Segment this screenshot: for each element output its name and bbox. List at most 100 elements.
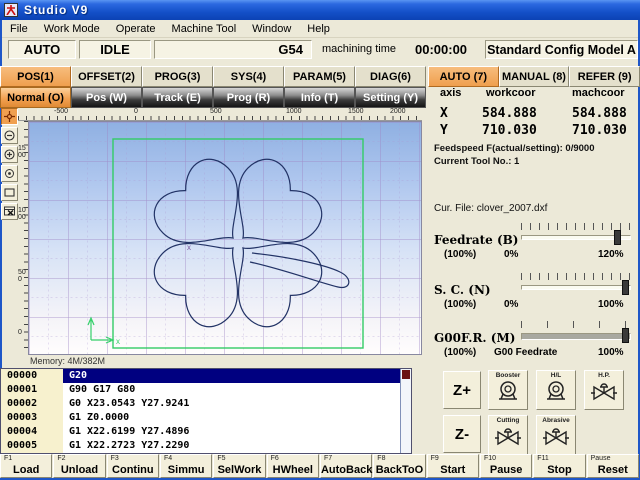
booster-button[interactable]: Booster (488, 370, 528, 410)
zoom-window-button[interactable] (1, 184, 18, 201)
zoom-out-button[interactable] (1, 127, 18, 144)
program-scrollbar[interactable] (400, 369, 411, 453)
program-line[interactable]: 00000 G20 (1, 369, 411, 383)
program-line[interactable]: 00001 G90 G17 G80 (1, 383, 411, 397)
menu-file[interactable]: File (2, 21, 36, 37)
zoom-in-button[interactable] (1, 146, 18, 163)
g00-label: G00F.R. (M) (434, 331, 515, 345)
g00-slider[interactable] (521, 333, 631, 340)
cutting-button[interactable]: Cutting (488, 415, 528, 455)
subtab-track[interactable]: Track (E) (142, 87, 213, 108)
z-plus-button[interactable]: Z+ (443, 371, 481, 409)
zoom-window-icon (4, 187, 15, 198)
title-bar[interactable]: Studio V9 (0, 0, 640, 20)
fkey-label: Continu (108, 464, 158, 476)
h-ruler-label: 2000 (390, 108, 406, 115)
line-number: 00002 (1, 397, 63, 411)
app-window: Studio V9 File Work Mode Operate Machine… (0, 0, 640, 480)
subtab-info[interactable]: Info (T) (284, 87, 355, 108)
handwheel-button[interactable]: F6 HWheel (267, 454, 319, 478)
program-line[interactable]: 00004 G1 X22.6199 Y27.4896 (1, 425, 411, 439)
menu-operate[interactable]: Operate (108, 21, 164, 37)
program-line[interactable]: 00005 G1 X22.2723 Y27.2290 (1, 439, 411, 453)
y-machcoor: 710.030 (572, 123, 627, 138)
hp-button[interactable]: H.P. (584, 370, 624, 410)
zoom-out-icon (4, 130, 15, 141)
reset-button[interactable]: Pause Reset (587, 454, 639, 478)
mode-indicator: AUTO (8, 40, 76, 59)
load-button[interactable]: F1 Load (0, 454, 52, 478)
status-row: AUTO IDLE G54 machining time 00:00:00 St… (2, 40, 638, 60)
h-ruler-label: 500 (210, 108, 222, 115)
tab-pos[interactable]: POS(1) (0, 66, 71, 87)
subtab-normal[interactable]: Normal (O) (0, 87, 71, 108)
sc-min: 0% (504, 299, 518, 310)
menu-window[interactable]: Window (244, 21, 299, 37)
gcode-text: G20 (63, 369, 400, 383)
gcode-text: G1 Z0.0000 (63, 411, 400, 425)
fkey-label: AutoBack (321, 464, 371, 476)
subtab-setting[interactable]: Setting (Y) (355, 87, 426, 108)
selwork-button[interactable]: F5 SelWork (213, 454, 265, 478)
menu-work-mode[interactable]: Work Mode (36, 21, 108, 37)
fkey-label: Reset (588, 464, 638, 476)
fkey-hint: F5 (217, 455, 225, 462)
clear-trace-button[interactable] (1, 203, 18, 220)
h-ruler-label: -500 (54, 108, 68, 115)
unload-button[interactable]: F2 Unload (53, 454, 105, 478)
tab-sys[interactable]: SYS(4) (213, 66, 284, 87)
subtab-pos[interactable]: Pos (W) (71, 87, 142, 108)
fkey-label: SelWork (214, 464, 264, 476)
tab-param[interactable]: PARAM(5) (284, 66, 355, 87)
sc-slider[interactable] (521, 285, 631, 290)
h-ruler-label: 0 (134, 108, 138, 115)
scrollbar-thumb[interactable] (402, 370, 410, 379)
center-view-button[interactable] (1, 108, 18, 125)
tab-prog[interactable]: PROG(3) (142, 66, 213, 87)
toolpath-canvas[interactable]: x x (28, 121, 422, 355)
continue-button[interactable]: F3 Continu (107, 454, 159, 478)
fkey-hint: F10 (484, 455, 496, 462)
machining-time-value: 00:00:00 (415, 42, 467, 57)
tab-diag[interactable]: DIAG(6) (355, 66, 426, 87)
feedrate-slider[interactable] (521, 235, 631, 240)
sub-tabs: Normal (O) Pos (W) Track (E) Prog (R) In… (0, 87, 426, 108)
tab-offset[interactable]: OFFSET(2) (71, 66, 142, 87)
z-minus-button[interactable]: Z- (443, 415, 481, 453)
app-icon (4, 3, 18, 17)
autoback-button[interactable]: F7 AutoBack (320, 454, 372, 478)
auto-panel: axis workcoor machcoor X 584.888 584.888… (426, 87, 640, 455)
abrasive-button[interactable]: Abrasive (536, 415, 576, 455)
tab-auto[interactable]: AUTO (7) (428, 66, 499, 87)
fkey-hint: F7 (324, 455, 332, 462)
hl-button[interactable]: H/L (536, 370, 576, 410)
gcode-text: G1 X22.2723 Y27.2290 (63, 439, 400, 453)
program-line[interactable]: 00003 G1 Z0.0000 (1, 411, 411, 425)
feedrate-thumb[interactable] (614, 230, 621, 245)
tab-refer[interactable]: REFER (9) (569, 66, 640, 87)
subtab-prog[interactable]: Prog (R) (213, 87, 284, 108)
program-line[interactable]: 00002 G0 X23.0543 Y27.9241 (1, 397, 411, 411)
g00-max: 100% (598, 347, 624, 358)
config-indicator: Standard Config Model A (485, 40, 638, 59)
horizontal-ruler: -500 0 500 1000 1500 2000 (18, 108, 422, 121)
sc-thumb[interactable] (622, 280, 629, 295)
stop-button[interactable]: F11 Stop (533, 454, 585, 478)
x-machcoor: 584.888 (572, 106, 627, 121)
vertical-ruler: 1500 1000 500 0 (18, 121, 28, 355)
menu-machine-tool[interactable]: Machine Tool (164, 21, 245, 37)
locate-button[interactable] (1, 165, 18, 182)
sc-max: 100% (598, 299, 624, 310)
simulate-button[interactable]: F4 Simmu (160, 454, 212, 478)
backtoorigin-button[interactable]: F8 BackToO (373, 454, 425, 478)
program-listing[interactable]: 00000 G20 00001 G90 G17 G80 00002 G0 X23… (0, 368, 412, 454)
feedrate-label: Feedrate (B) (434, 233, 518, 247)
pause-button[interactable]: F10 Pause (480, 454, 532, 478)
tab-manual[interactable]: MANUAL (8) (499, 66, 570, 87)
function-key-bar: F1 Load F2 Unload F3 Continu F4 Simmu F5… (0, 454, 640, 478)
menu-help[interactable]: Help (299, 21, 338, 37)
start-button[interactable]: F9 Start (427, 454, 479, 478)
g00-thumb[interactable] (622, 328, 629, 343)
line-number: 00005 (1, 439, 63, 453)
locate-icon (4, 168, 15, 179)
